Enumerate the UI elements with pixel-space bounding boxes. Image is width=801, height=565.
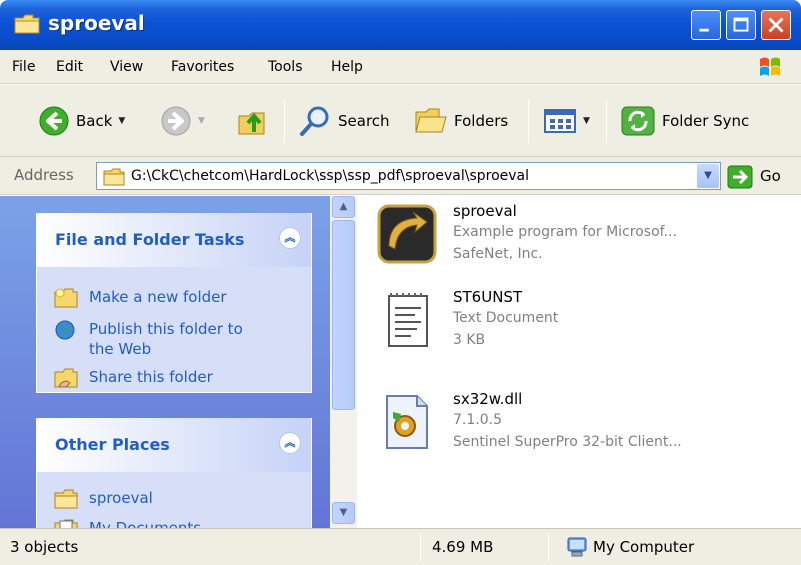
folders-button[interactable]: Folders (414, 103, 508, 139)
status-location: My Computer (593, 538, 695, 556)
scroll-thumb[interactable] (332, 220, 355, 410)
close-icon (768, 17, 784, 33)
folder-icon (103, 168, 125, 186)
file-version: 7.1.0.5 (453, 412, 502, 428)
file-description: Sentinel SuperPro 32-bit Client... (453, 434, 682, 450)
toolbar: Back ▼ ▼ Search Folders ▼ Folder Sync (0, 85, 801, 157)
menu-edit[interactable]: Edit (56, 59, 83, 75)
panel-title: File and Folder Tasks (55, 230, 245, 249)
file-list: sproeval Example program for Microsof...… (357, 196, 801, 528)
task-label: Publish this folder to the Web (89, 320, 243, 358)
back-dropdown-icon[interactable]: ▼ (118, 116, 125, 126)
task-publish-folder[interactable]: Publish this folder to the Web (53, 319, 243, 359)
task-share-folder[interactable]: Share this folder (53, 367, 213, 389)
up-folder-button[interactable] (236, 103, 270, 139)
menu-bar: File Edit View Favorites Tools Help (0, 50, 801, 84)
back-label: Back (76, 112, 113, 130)
scroll-down-button[interactable]: ▼ (332, 502, 355, 524)
forward-dropdown-icon[interactable]: ▼ (198, 116, 205, 126)
menu-tools[interactable]: Tools (268, 59, 303, 75)
address-dropdown-icon[interactable]: ▼ (697, 164, 719, 188)
address-input[interactable]: G:\CkC\chetcom\HardLock\ssp\ssp_pdf\spro… (96, 162, 721, 190)
place-label: My Documents (89, 519, 202, 528)
place-sproeval[interactable]: sproeval (53, 488, 153, 510)
up-folder-icon (238, 112, 265, 135)
folder-sync-icon (621, 106, 655, 136)
search-label: Search (338, 112, 390, 130)
file-item-sx32w-dll[interactable]: sx32w.dll 7.1.0.5 Sentinel SuperPro 32-b… (375, 390, 795, 466)
file-folder-tasks-panel: File and Folder Tasks ︽ Make a new folde… (36, 213, 312, 393)
go-button[interactable]: Go (760, 167, 781, 185)
application-icon (377, 204, 437, 264)
file-name: ST6UNST (453, 288, 523, 306)
file-item-st6unst[interactable]: ST6UNST Text Document 3 KB (375, 288, 795, 364)
collapse-chevron-icon[interactable]: ︽ (279, 432, 301, 454)
close-button[interactable] (761, 10, 791, 40)
panel-header[interactable]: File and Folder Tasks ︽ (37, 213, 311, 267)
text-document-icon (388, 293, 428, 347)
go-arrow-icon[interactable] (727, 165, 753, 189)
window-title: sproeval (48, 11, 145, 35)
folders-label: Folders (454, 112, 509, 130)
my-documents-icon (54, 519, 78, 528)
status-bar: 3 objects 4.69 MB My Computer (0, 528, 801, 565)
new-folder-icon (54, 288, 78, 308)
file-company: SafeNet, Inc. (453, 246, 543, 262)
other-places-panel: Other Places ︽ sproeval My Documents (36, 418, 312, 528)
address-value: G:\CkC\chetcom\HardLock\ssp\ssp_pdf\spro… (131, 168, 530, 184)
scroll-up-button[interactable]: ▲ (332, 196, 355, 218)
address-label: Address (14, 166, 74, 184)
place-label: sproeval (89, 489, 153, 507)
address-bar: Address G:\CkC\chetcom\HardLock\ssp\ssp_… (0, 157, 801, 195)
status-size: 4.69 MB (432, 538, 494, 556)
title-bar[interactable]: sproeval (0, 0, 801, 50)
views-button[interactable]: ▼ (543, 103, 590, 139)
place-my-documents[interactable]: My Documents (53, 518, 201, 528)
forward-button[interactable]: ▼ (160, 103, 205, 139)
panel-title: Other Places (55, 435, 170, 454)
publish-web-icon (55, 320, 75, 340)
file-description: Example program for Microsof... (453, 224, 677, 240)
folder-icon (54, 489, 78, 509)
task-label: Share this folder (89, 368, 213, 386)
file-type: Text Document (453, 310, 559, 326)
back-arrow-icon (39, 106, 69, 136)
search-button[interactable]: Search (298, 103, 390, 139)
menu-help[interactable]: Help (331, 59, 363, 75)
menu-view[interactable]: View (110, 59, 143, 75)
menu-favorites[interactable]: Favorites (171, 59, 234, 75)
minimize-icon (699, 28, 709, 32)
file-name: sproeval (453, 202, 517, 220)
folder-sync-label: Folder Sync (662, 112, 750, 130)
collapse-chevron-icon[interactable]: ︽ (279, 227, 301, 249)
file-name: sx32w.dll (453, 390, 523, 408)
maximize-icon (733, 17, 749, 32)
windows-logo-icon (760, 57, 780, 76)
views-icon (544, 109, 576, 133)
vertical-scrollbar[interactable]: ▲ ▼ (330, 196, 357, 528)
search-icon (300, 106, 329, 136)
my-computer-icon (567, 537, 587, 557)
views-dropdown-icon[interactable]: ▼ (583, 116, 590, 126)
panel-header[interactable]: Other Places ︽ (37, 418, 311, 472)
minimize-button[interactable] (691, 10, 721, 40)
forward-arrow-icon (161, 106, 191, 136)
file-size: 3 KB (453, 332, 486, 348)
folders-icon (415, 108, 447, 133)
task-label: Make a new folder (89, 288, 227, 306)
folder-sync-button[interactable]: Folder Sync (620, 103, 749, 139)
dll-icon (386, 395, 428, 449)
menu-file[interactable]: File (12, 59, 35, 75)
file-item-sproeval[interactable]: sproeval Example program for Microsof...… (375, 202, 795, 278)
maximize-button[interactable] (726, 10, 756, 40)
folder-icon (14, 14, 40, 34)
task-make-new-folder[interactable]: Make a new folder (53, 287, 227, 309)
back-button[interactable]: Back ▼ (38, 103, 125, 139)
share-folder-icon (54, 368, 78, 388)
task-pane: File and Folder Tasks ︽ Make a new folde… (0, 196, 330, 528)
status-object-count: 3 objects (10, 538, 79, 556)
